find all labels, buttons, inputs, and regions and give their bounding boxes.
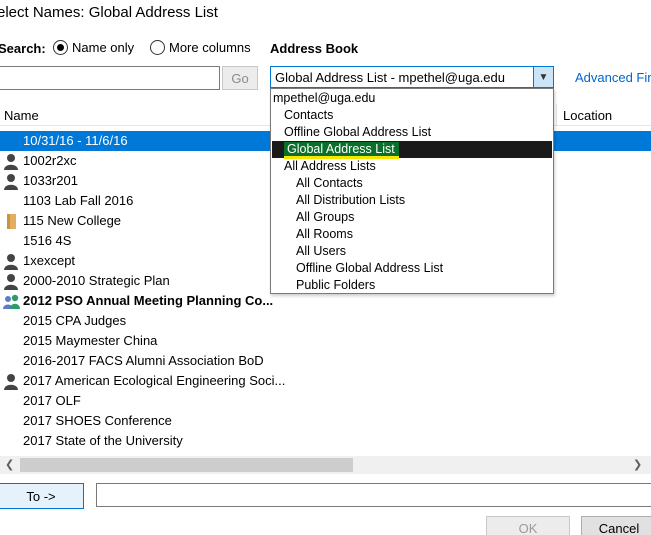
horizontal-scrollbar[interactable]: ❮ ❯	[0, 456, 651, 474]
dropdown-item-label: All Rooms	[296, 227, 353, 241]
list-row-name: 1xexcept	[23, 253, 76, 268]
dropdown-item[interactable]: Public Folders	[296, 277, 375, 294]
dropdown-item[interactable]: All Address Lists	[284, 158, 376, 175]
list-row-name: 2012 PSO Annual Meeting Planning Co...	[23, 293, 274, 308]
radio-name-only[interactable]: Name only	[53, 40, 134, 55]
person-icon	[3, 273, 19, 290]
list-row-name: 115 New College	[23, 213, 122, 228]
dropdown-item-label: All Users	[296, 244, 347, 258]
list-row-name: 2000-2010 Strategic Plan	[23, 273, 170, 288]
list-row[interactable]: 2012 PSO Annual Meeting Planning Co...	[0, 291, 651, 311]
list-row[interactable]: 2017 American Ecological Engineering Soc…	[0, 371, 651, 391]
list-row[interactable]: 2016-2017 FACS Alumni Association BoD	[0, 351, 651, 371]
list-row-name: 2015 CPA Judges	[23, 313, 127, 328]
list-row-name: 2016-2017 FACS Alumni Association BoD	[23, 353, 264, 368]
to-button[interactable]: To ->	[0, 483, 84, 509]
scrollbar-thumb[interactable]	[20, 458, 353, 472]
dropdown-item[interactable]: All Distribution Lists	[296, 192, 405, 209]
dropdown-item-label: Offline Global Address List	[296, 261, 444, 275]
person-icon	[3, 253, 19, 270]
group-icon	[3, 293, 20, 310]
dropdown-item-label: Public Folders	[296, 278, 376, 292]
address-book-select[interactable]: Global Address List - mpethel@uga.edu ▼	[270, 66, 554, 88]
address-book-dropdown: mpethel@uga.edu Contacts Offline Global Ad…	[270, 88, 554, 294]
dropdown-item[interactable]: mpethel@uga.edu	[273, 90, 375, 107]
dropdown-item[interactable]: All Contacts	[296, 175, 363, 192]
column-header-location[interactable]: Location	[563, 108, 612, 123]
dropdown-item-label: All Contacts	[296, 176, 363, 190]
to-field[interactable]	[96, 483, 651, 507]
dropdown-item[interactable]: All Groups	[296, 209, 354, 226]
dropdown-item[interactable]: Offline Global Address List	[284, 124, 431, 141]
dropdown-item-label: All Distribution Lists	[296, 193, 406, 207]
list-row[interactable]: 2017 SHOES Conference	[0, 411, 651, 431]
search-input[interactable]	[0, 66, 220, 90]
list-row-name: 2017 SHOES Conference	[23, 413, 172, 428]
advanced-find-link[interactable]: Advanced Fin	[575, 70, 651, 85]
window-title: elect Names: Global Address List	[0, 4, 218, 21]
radio-unselected-icon[interactable]	[150, 40, 165, 55]
ok-button[interactable]: OK	[486, 516, 570, 535]
dropdown-item[interactable]: All Rooms	[296, 226, 353, 243]
dropdown-item[interactable]: Global Address List	[272, 141, 552, 159]
scroll-right-icon[interactable]: ❯	[633, 458, 642, 471]
radio-more-columns-label: More columns	[169, 40, 251, 55]
dropdown-item-label: Contacts	[284, 108, 334, 122]
address-book-select-value: Global Address List - mpethel@uga.edu	[275, 69, 505, 85]
list-row-name: 1002r2xc	[23, 153, 77, 168]
list-row-name: 2017 OLF	[23, 393, 81, 408]
list-row[interactable]: 2015 CPA Judges	[0, 311, 651, 331]
dropdown-item-label: Offline Global Address List	[284, 125, 432, 139]
chevron-down-icon[interactable]: ▼	[533, 67, 553, 87]
dropdown-item-label: All Address Lists	[284, 159, 376, 173]
person-icon	[3, 173, 19, 190]
radio-selected-icon[interactable]	[53, 40, 68, 55]
dropdown-item[interactable]: Offline Global Address List	[296, 260, 443, 277]
list-row-name: 2015 Maymester China	[23, 333, 158, 348]
list-row-name: 2017 State of the University	[23, 433, 183, 448]
list-row-name: 1103 Lab Fall 2016	[23, 193, 134, 208]
list-row-name: 1033r201	[23, 173, 78, 188]
column-header-name[interactable]: Name	[4, 108, 39, 123]
dropdown-item-label: mpethel@uga.edu	[273, 91, 376, 105]
room-icon	[3, 213, 19, 230]
radio-name-only-label: Name only	[72, 40, 135, 55]
column-divider[interactable]	[556, 104, 557, 126]
person-icon	[3, 153, 19, 170]
search-label: Search:	[0, 41, 46, 56]
list-row[interactable]: 2017 State of the University	[0, 431, 651, 451]
cancel-button[interactable]: Cancel	[581, 516, 651, 535]
list-row-name: 10/31/16 - 11/6/16	[23, 133, 128, 148]
dropdown-item-label: Global Address List	[284, 142, 399, 159]
radio-more-columns[interactable]: More columns	[150, 40, 251, 55]
scroll-left-icon[interactable]: ❮	[5, 458, 14, 471]
dropdown-item[interactable]: All Users	[296, 243, 346, 260]
go-button[interactable]: Go	[222, 66, 258, 90]
list-row-name: 1516 4S	[23, 233, 72, 248]
address-book-label: Address Book	[270, 41, 359, 56]
list-row[interactable]: 2015 Maymester China	[0, 331, 651, 351]
person-icon	[3, 373, 19, 390]
list-row[interactable]: 2017 OLF	[0, 391, 651, 411]
dropdown-item-label: All Groups	[296, 210, 355, 224]
list-row-name: 2017 American Ecological Engineering Soc…	[23, 373, 286, 388]
dropdown-item[interactable]: Contacts	[284, 107, 333, 124]
